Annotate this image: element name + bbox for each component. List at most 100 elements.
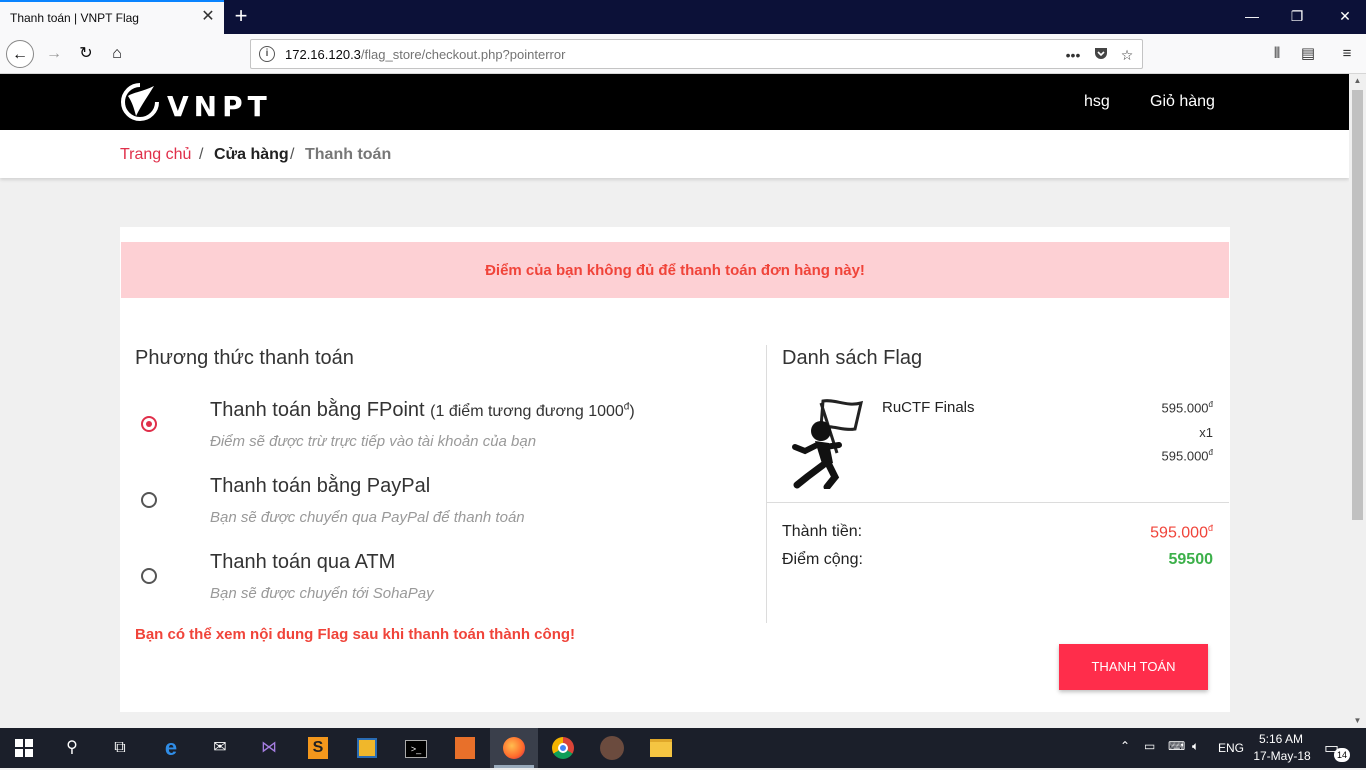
task-view-icon[interactable]: ⧉	[106, 734, 134, 762]
menu-icon[interactable]: ≡	[1336, 43, 1358, 65]
browser-tab-bar: Thanh toán | VNPT Flag ✕ + — ❐ ✕	[0, 0, 1366, 34]
flag-list-title: Danh sách Flag	[782, 347, 923, 369]
edge-icon[interactable]: e	[157, 734, 185, 762]
page-actions-icon[interactable]: •••	[1063, 45, 1083, 65]
minimize-icon[interactable]: —	[1242, 6, 1262, 26]
option-atm-subtitle: Bạn sẽ được chuyển tới SohaPay	[210, 585, 434, 602]
sidebar-icon[interactable]: ▤	[1297, 43, 1319, 65]
burp-icon[interactable]	[451, 734, 479, 762]
vnpt-logo-icon	[121, 83, 159, 121]
chrome-icon[interactable]	[549, 734, 577, 762]
breadcrumb-separator: /	[290, 146, 295, 163]
flag-item-qty: x1	[1199, 425, 1213, 440]
address-bar[interactable]: i 172.16.120.3/flag_store/checkout.php?p…	[250, 39, 1143, 69]
app-icon[interactable]	[353, 734, 381, 762]
photo-app-icon[interactable]	[598, 734, 626, 762]
browser-nav-bar: ← → ↻ ⌂ i 172.16.120.3/flag_store/checko…	[0, 34, 1366, 74]
payment-methods-title: Phương thức thanh toán	[135, 347, 354, 369]
item-total-value: 595.000	[1161, 448, 1209, 464]
home-icon[interactable]: ⌂	[103, 40, 131, 68]
page-viewport: VNPT hsg Giỏ hàng Trang chủ / Cửa hàng /…	[0, 74, 1349, 728]
currency-symbol: đ	[1208, 448, 1213, 457]
windows-taskbar: ⚲ ⧉ e ✉ ⋈ S >_ ⌃ ▭ ⌨ 🔈︎ ENG 5:16 AM 17-M…	[0, 728, 1366, 768]
breadcrumb-current: Thanh toán	[305, 146, 392, 163]
close-tab-icon[interactable]: ✕	[200, 8, 216, 26]
page-scrollbar[interactable]: ▲ ▼	[1349, 74, 1366, 728]
terminal-icon[interactable]: >_	[402, 734, 430, 762]
vnpt-logo[interactable]: VNPT	[120, 82, 290, 123]
user-link[interactable]: hsg	[1084, 93, 1110, 111]
forward-arrow-icon[interactable]: →	[40, 40, 68, 68]
option-paypal-subtitle: Bạn sẽ được chuyển qua PayPal để thanh t…	[210, 509, 525, 526]
sublime-text-icon[interactable]: S	[304, 734, 332, 762]
back-arrow-icon[interactable]: ←	[6, 40, 34, 68]
windows-start-icon[interactable]	[10, 734, 38, 762]
close-window-icon[interactable]: ✕	[1335, 6, 1355, 26]
url-text[interactable]: 172.16.120.3/flag_store/checkout.php?poi…	[285, 47, 565, 62]
volume-icon[interactable]: 🔈︎	[1192, 739, 1199, 754]
battery-icon[interactable]: ▭	[1144, 739, 1155, 753]
radio-fpoint[interactable]	[141, 416, 157, 432]
option-fpoint-title: Thanh toán bằng FPoint (1 điểm tương đươ…	[210, 399, 635, 422]
cart-link[interactable]: Giỏ hàng	[1150, 93, 1215, 111]
browser-tab[interactable]: Thanh toán | VNPT Flag ✕	[0, 0, 224, 34]
unit-price-value: 595.000	[1161, 400, 1209, 416]
breadcrumb-store[interactable]: Cửa hàng	[214, 146, 289, 164]
bookmark-star-icon[interactable]: ☆	[1117, 45, 1137, 65]
logo-text: VNPT	[167, 90, 272, 123]
alert-message: Điểm của bạn không đủ để thanh toán đơn …	[485, 262, 865, 279]
site-header: VNPT hsg Giỏ hàng	[0, 74, 1349, 130]
url-host: 172.16.120.3	[285, 47, 361, 62]
network-icon[interactable]: ⌨	[1168, 739, 1185, 753]
new-tab-icon[interactable]: +	[230, 4, 252, 28]
clock-date[interactable]: 17-May-18	[1252, 749, 1312, 763]
pocket-icon[interactable]	[1091, 45, 1111, 65]
option-fpoint-rate: (1 điểm tương đương 1000đ)	[430, 402, 635, 420]
reload-icon[interactable]: ↻	[72, 40, 100, 68]
scroll-down-icon[interactable]: ▼	[1349, 714, 1366, 728]
points-value: 59500	[1168, 551, 1214, 568]
option-fpoint-subtitle: Điểm sẽ được trừ trực tiếp vào tài khoản…	[210, 433, 537, 450]
breadcrumb-separator: /	[199, 146, 204, 163]
search-icon[interactable]: ⚲	[58, 734, 86, 762]
option-fpoint-rate-text: (1 điểm tương đương 1000	[430, 403, 624, 420]
subtotal-label: Thành tiền:	[782, 523, 863, 540]
tab-title: Thanh toán | VNPT Flag	[10, 11, 139, 25]
firefox-icon[interactable]	[500, 734, 528, 762]
notification-count: 14	[1334, 748, 1350, 762]
subtotal-amount: 595.000	[1150, 524, 1208, 542]
file-explorer-icon[interactable]	[647, 734, 675, 762]
checkout-card: Điểm của bạn không đủ để thanh toán đơn …	[120, 227, 1230, 712]
option-atm-title: Thanh toán qua ATM	[210, 551, 396, 573]
error-alert: Điểm của bạn không đủ để thanh toán đơn …	[121, 242, 1229, 298]
flag-item-unit-price: 595.000đ	[1162, 400, 1213, 415]
option-fpoint-label: Thanh toán bằng FPoint	[210, 399, 425, 421]
language-indicator[interactable]: ENG	[1218, 741, 1244, 755]
flag-item-total: 595.000đ	[1162, 448, 1213, 463]
mail-icon[interactable]: ✉	[206, 734, 234, 762]
scroll-thumb[interactable]	[1352, 90, 1363, 520]
flag-note: Bạn có thể xem nội dung Flag sau khi tha…	[135, 626, 576, 643]
currency-symbol: đ	[1207, 523, 1213, 533]
visual-studio-icon[interactable]: ⋈	[255, 734, 283, 762]
tray-chevron-icon[interactable]: ⌃	[1120, 739, 1130, 753]
radio-paypal[interactable]	[141, 492, 157, 508]
radio-atm[interactable]	[141, 568, 157, 584]
restore-icon[interactable]: ❐	[1287, 6, 1307, 26]
library-icon[interactable]: ⫴	[1266, 43, 1288, 65]
url-path: /flag_store/checkout.php?pointerror	[360, 47, 566, 62]
column-divider	[766, 345, 767, 623]
cart-divider	[767, 502, 1229, 503]
site-info-icon[interactable]: i	[259, 46, 275, 62]
flag-item-image	[792, 399, 864, 489]
clock-time[interactable]: 5:16 AM	[1256, 732, 1306, 746]
scroll-up-icon[interactable]: ▲	[1349, 74, 1366, 88]
breadcrumb: Trang chủ / Cửa hàng / Thanh toán	[0, 130, 1349, 178]
option-paypal-title: Thanh toán bằng PayPal	[210, 475, 431, 497]
flag-item-name: RuCTF Finals	[882, 399, 975, 416]
currency-symbol: đ	[1208, 400, 1213, 409]
pay-button[interactable]: THANH TOÁN	[1059, 644, 1208, 690]
subtotal-value: 595.000đ	[1150, 523, 1213, 542]
option-fpoint-rate-end: )	[629, 403, 635, 420]
breadcrumb-home[interactable]: Trang chủ	[120, 146, 191, 164]
